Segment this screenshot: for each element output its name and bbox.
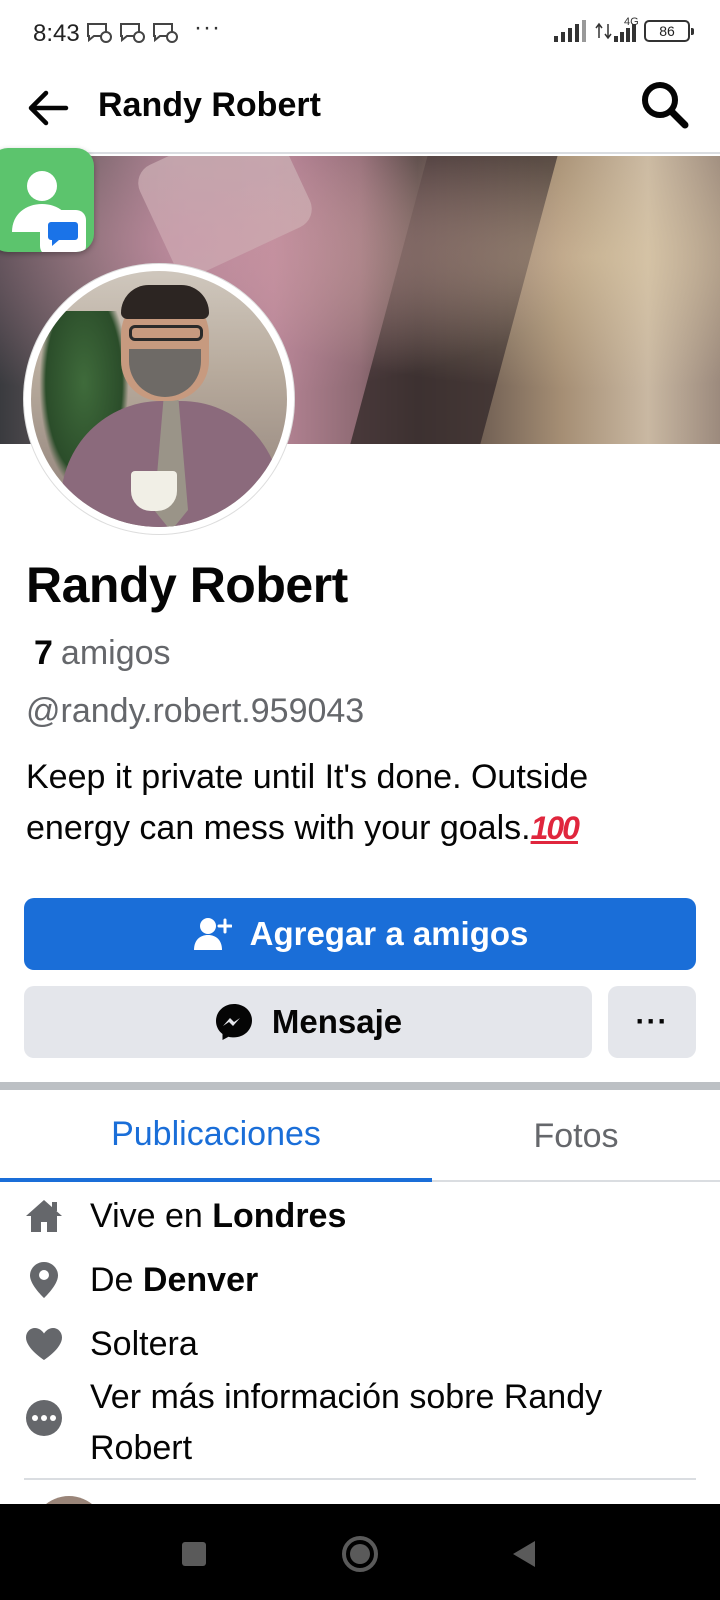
signal-4g-icon: 4G: [594, 16, 639, 42]
detail-more-info[interactable]: Ver más información sobre Randy Robert: [0, 1372, 720, 1474]
circle-icon: [342, 1536, 378, 1572]
square-icon: [182, 1542, 206, 1566]
avatar-photo: [31, 271, 287, 527]
detail-from: De Denver: [0, 1252, 720, 1308]
from-prefix: De: [90, 1260, 134, 1299]
friends-count-link[interactable]: 7 amigos: [34, 634, 171, 673]
status-time: 8:43: [33, 20, 80, 47]
battery-indicator: 86: [644, 20, 694, 42]
search-button[interactable]: [638, 78, 692, 132]
message-label: Mensaje: [271, 1003, 403, 1040]
avatar-shape: [121, 285, 209, 319]
back-button[interactable]: [22, 82, 74, 134]
username: @randy.robert.959043: [26, 692, 365, 730]
bio-text: Keep it private until It's done. Outside…: [26, 758, 589, 847]
avatar-shape: [129, 325, 203, 341]
message-button[interactable]: Mensaje: [24, 986, 592, 1058]
triangle-back-icon: [513, 1541, 535, 1567]
chat-head-bubble[interactable]: [0, 148, 94, 252]
friends-label: amigos: [60, 634, 171, 672]
tab-posts[interactable]: Publicaciones: [0, 1090, 432, 1182]
arrow-left-icon: [28, 90, 69, 126]
detail-lives-text: Vive en Londres: [90, 1191, 346, 1242]
more-dots-icon: [24, 1398, 64, 1438]
profile-bio: Keep it private until It's done. Outside…: [26, 752, 696, 854]
more-options-button[interactable]: ···: [608, 986, 696, 1058]
lives-prefix: Vive en: [90, 1196, 203, 1235]
person-add-icon: [193, 918, 232, 950]
more-dots-icon: ···: [635, 1005, 669, 1038]
status-bar: 8:43 ··· 4G 86: [0, 0, 720, 68]
profile-avatar[interactable]: [24, 264, 294, 534]
network-type: 4G: [624, 16, 639, 28]
profile-name: Randy Robert: [26, 557, 348, 613]
home-button[interactable]: [340, 1534, 380, 1574]
add-friend-label: Agregar a amigos: [249, 915, 529, 952]
chat-notification-icon: [87, 23, 112, 43]
chat-notification-icon: [120, 23, 145, 43]
detail-lives-in: Vive en Londres: [0, 1188, 720, 1244]
detail-relationship: Soltera: [0, 1316, 720, 1372]
back-nav-button[interactable]: [504, 1534, 544, 1574]
friends-count: 7: [34, 634, 53, 672]
system-navigation-bar: [0, 1504, 720, 1600]
app-header: Randy Robert: [0, 68, 720, 154]
message-bubble-icon: [48, 222, 78, 246]
home-icon: [24, 1196, 64, 1236]
divider: [24, 1478, 696, 1480]
heart-icon: [24, 1324, 64, 1364]
section-divider: [0, 1082, 720, 1090]
tab-photos[interactable]: Fotos: [432, 1090, 720, 1182]
signal-icon: [554, 20, 586, 42]
more-info-text: Ver más información sobre Randy Robert: [90, 1378, 603, 1467]
search-icon: [642, 82, 689, 129]
status-indicators: 4G 86: [554, 16, 694, 42]
lives-city: Londres: [212, 1196, 347, 1235]
detail-from-text: De Denver: [90, 1255, 258, 1306]
chat-notification-icon: [153, 23, 178, 43]
messenger-icon: [215, 1004, 252, 1040]
messages-badge: [40, 210, 86, 252]
from-city: Denver: [142, 1260, 259, 1299]
profile-tabs: Publicaciones Fotos: [0, 1090, 720, 1182]
more-notifications-indicator: ···: [194, 14, 221, 41]
hundred-points-emoji: 100: [530, 810, 580, 846]
relationship-text: Soltera: [90, 1324, 198, 1363]
page-title: Randy Robert: [98, 86, 321, 124]
avatar-shape: [131, 471, 177, 511]
add-friend-button[interactable]: Agregar a amigos: [24, 898, 696, 970]
recent-apps-button[interactable]: [174, 1534, 214, 1574]
location-pin-icon: [24, 1260, 64, 1300]
